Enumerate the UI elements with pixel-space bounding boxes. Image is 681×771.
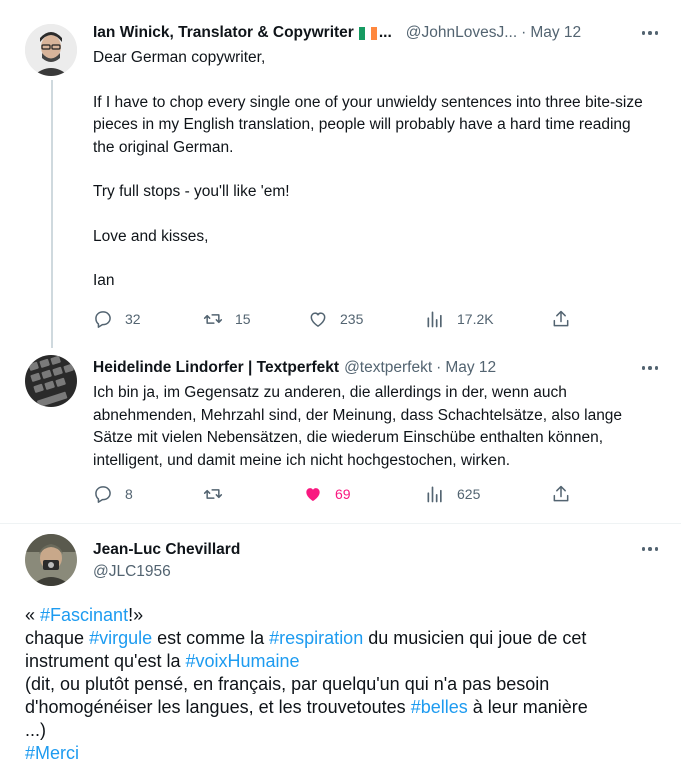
reply-icon	[95, 311, 111, 328]
like-button[interactable]: 235	[308, 309, 363, 329]
tweet-text: Dear German copywriter, If I have to cho…	[93, 47, 653, 293]
retweet-button[interactable]: 15	[203, 309, 251, 329]
author-name-row: Jean-Luc Chevillard	[93, 541, 240, 559]
like-icon	[306, 488, 320, 502]
hashtag-link[interactable]: #virgule	[89, 628, 152, 648]
thread-line	[51, 80, 53, 348]
share-button[interactable]	[551, 484, 571, 504]
reply-icon	[95, 486, 111, 503]
hashtag-link[interactable]: #Fascinant	[40, 605, 128, 625]
view-count: 625	[457, 486, 481, 502]
views-button[interactable]: 17.2K	[425, 309, 494, 329]
retweet-icon	[203, 314, 223, 324]
retweet-button[interactable]	[203, 484, 235, 504]
text-segment: est comme la	[152, 628, 270, 648]
hashtag-link[interactable]: #voixHumaine	[186, 651, 300, 671]
like-count: 235	[340, 311, 364, 327]
separator-dot: ·	[436, 359, 442, 376]
author-handle-row: @JLC1956	[93, 563, 171, 581]
hashtag-link[interactable]: #respiration	[269, 628, 363, 648]
avatar[interactable]	[25, 24, 77, 76]
avatar[interactable]	[25, 534, 77, 586]
author-handle[interactable]: @JohnLovesJ...	[406, 24, 517, 42]
tweet-header: Heidelinde Lindorfer | Textperfekt @text…	[93, 359, 496, 377]
tweet-text: « #Fascinant!» chaque #virgule est comme…	[25, 604, 665, 765]
tweet-line: ...)	[25, 720, 46, 740]
share-icon	[553, 310, 569, 327]
hashtag-link[interactable]: #belles	[411, 697, 468, 717]
tweet-heidelinde-lindorfer: Heidelinde Lindorfer | Textperfekt @text…	[0, 345, 681, 525]
share-icon	[553, 485, 569, 502]
tweet-line: Try full stops - you'll like 'em!	[93, 183, 290, 200]
avatar[interactable]	[25, 355, 77, 407]
text-segment: !»	[128, 605, 144, 625]
tweet-line: Dear German copywriter,	[93, 49, 266, 66]
tweet-line: « #Fascinant!»	[25, 604, 665, 627]
author-handle[interactable]: @textperfekt	[344, 359, 432, 377]
text-segment: chaque	[25, 628, 90, 648]
tweet-date[interactable]: May 12	[445, 359, 496, 377]
text-segment: instrument qu'est la	[25, 651, 186, 671]
reply-count: 32	[125, 311, 141, 327]
tweet-line: If I have to chop every single one of yo…	[93, 93, 643, 156]
tweet-ian-winick: Ian Winick, Translator & Copywriter ... …	[0, 0, 681, 348]
ireland-flag-icon	[358, 26, 377, 40]
like-count: 69	[335, 486, 351, 502]
text-segment: «	[25, 605, 41, 625]
tweet-text: Ich bin ja, im Gegensatz zu anderen, die…	[93, 382, 653, 472]
tweet-line: (dit, ou plutôt pensé, en français, par …	[25, 674, 550, 694]
separator-dot: ·	[521, 24, 527, 41]
more-icon[interactable]	[639, 24, 661, 42]
reply-button[interactable]: 8	[93, 484, 133, 504]
tweet-line: d'homogénéiser les langues, et les trouv…	[25, 696, 665, 719]
text-segment: à leur manière	[467, 697, 588, 717]
like-button[interactable]: 69	[303, 484, 351, 504]
views-icon	[427, 311, 442, 328]
hashtag-link[interactable]: #Merci	[25, 743, 79, 763]
tweet-date[interactable]: May 12	[530, 24, 581, 42]
more-icon[interactable]	[639, 359, 661, 377]
tweet-header: Ian Winick, Translator & Copywriter ... …	[93, 24, 581, 42]
share-button[interactable]	[551, 309, 571, 329]
text-segment: du musicien qui joue de cet	[363, 628, 587, 648]
tweet-line: Love and kisses,	[93, 227, 209, 245]
tweet-line: chaque #virgule est comme la #respiratio…	[25, 627, 665, 650]
tweet-line: Ich bin ja, im Gegensatz zu anderen, die…	[93, 384, 623, 469]
author-name-ellipsis: ...	[378, 24, 392, 41]
tweet-actions: 8 69 625	[93, 484, 583, 506]
reply-button[interactable]: 32	[93, 309, 141, 329]
view-count: 17.2K	[457, 311, 494, 327]
author-handle[interactable]: @JLC1956	[93, 563, 171, 581]
tweet-actions: 32 15 235 17.2K	[93, 309, 583, 331]
views-button[interactable]: 625	[425, 484, 480, 504]
retweet-icon	[203, 489, 223, 499]
text-segment: d'homogénéiser les langues, et les trouv…	[25, 697, 411, 717]
like-icon	[310, 312, 326, 327]
author-name[interactable]: Ian Winick, Translator & Copywriter	[93, 24, 354, 42]
author-name[interactable]: Heidelinde Lindorfer | Textperfekt	[93, 359, 339, 377]
tweet-line: instrument qu'est la #voixHumaine	[25, 650, 665, 673]
tweet-line: Ian	[93, 272, 115, 289]
views-icon	[427, 486, 442, 503]
more-icon[interactable]	[639, 540, 661, 558]
reply-count: 8	[125, 486, 133, 502]
tweet-line: #Merci	[25, 742, 665, 765]
author-name[interactable]: Jean-Luc Chevillard	[93, 541, 240, 559]
retweet-count: 15	[235, 311, 251, 327]
tweet-jean-luc-chevillard: Jean-Luc Chevillard @JLC1956 « #Fascinan…	[0, 524, 681, 771]
